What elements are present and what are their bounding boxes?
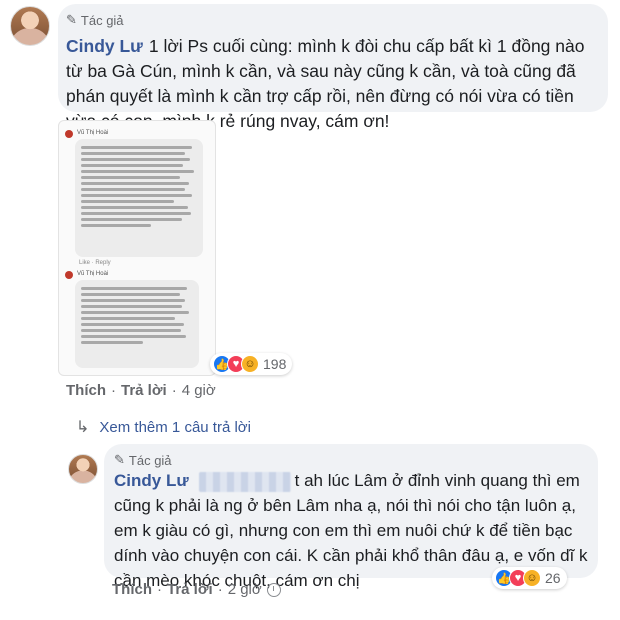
comment-actions: Thích · Trả lời · 4 giờ <box>66 382 216 399</box>
author-avatar[interactable] <box>10 6 50 46</box>
reply-author-avatar[interactable] <box>68 454 98 484</box>
pencil-icon: ✎ <box>114 452 125 467</box>
reply-actions: Thích · Trả lời · 2 giờ <box>112 581 281 598</box>
haha-reaction-icon: ☺ <box>241 355 259 373</box>
mini-comment-bubble <box>75 139 203 257</box>
comment-bubble: ✎ Tác giả Cindy Lư 1 lời Ps cuối cùng: mì… <box>58 4 608 131</box>
comment-author-name[interactable]: Cindy Lư <box>66 36 143 56</box>
reply-like-button[interactable]: Thích <box>112 581 152 598</box>
reply-author-badge: ✎ Tác giả <box>114 452 172 468</box>
clock-icon <box>266 582 281 597</box>
reply-reply-button[interactable]: Trả lời <box>167 581 213 598</box>
reply-reaction-summary[interactable]: 👍 ♥ ☺ 26 <box>492 567 567 589</box>
reply-button[interactable]: Trả lời <box>121 382 167 399</box>
mini-avatar <box>65 271 73 279</box>
reaction-count: 198 <box>263 356 287 372</box>
pencil-icon: ✎ <box>66 12 77 27</box>
author-badge-label: Tác giả <box>80 12 124 28</box>
attached-image[interactable]: Vũ Thị Hoài Like · Reply Vũ Thị Hoài <box>58 120 216 376</box>
reply-time[interactable]: 2 giờ <box>228 581 262 598</box>
reply-bubble: ✎ Tác giả Cindy Lư t ah lúc Lâm ở đỉnh vi… <box>104 444 598 590</box>
see-more-replies[interactable]: ↳ Xem thêm 1 câu trả lời <box>76 417 251 437</box>
see-more-label: Xem thêm 1 câu trả lời <box>99 418 251 436</box>
reply-body-first-line: t ah lúc Lâm ở đỉnh vinh quang thì em <box>294 471 580 490</box>
mini-actions: Like · Reply <box>79 260 111 266</box>
comment-text: Cindy Lư 1 lời Ps cuối cùng: mình k đòi c… <box>66 34 601 134</box>
redacted-mention <box>198 471 291 492</box>
mini-comment-bubble <box>75 280 199 368</box>
haha-reaction-icon: ☺ <box>523 569 541 587</box>
mini-avatar <box>65 130 73 138</box>
like-button[interactable]: Thích <box>66 382 106 399</box>
mini-author-name: Vũ Thị Hoài <box>77 130 109 136</box>
author-badge: ✎ Tác giả <box>66 12 124 28</box>
reply-arrow-icon: ↳ <box>76 419 90 436</box>
reply-badge-label: Tác giả <box>128 452 172 468</box>
comment-time[interactable]: 4 giờ <box>182 382 216 399</box>
reaction-summary[interactable]: 👍 ♥ ☺ 198 <box>210 353 293 375</box>
reply-author-name[interactable]: Cindy Lư <box>114 471 189 490</box>
comment-body: 1 lời Ps cuối cùng: mình k đòi chu cấp b… <box>66 36 585 131</box>
reply-reaction-count: 26 <box>545 570 561 586</box>
mini-author-name: Vũ Thị Hoài <box>77 271 109 277</box>
